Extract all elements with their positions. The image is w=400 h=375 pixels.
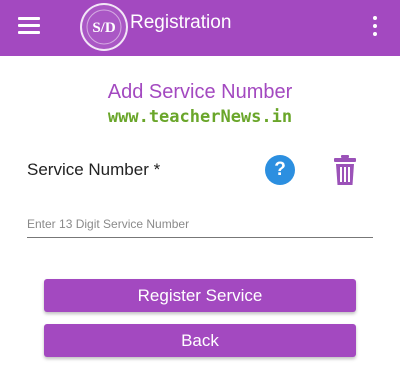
back-button[interactable]: Back xyxy=(44,324,356,357)
app-title: Registration xyxy=(130,12,232,33)
more-vert-icon[interactable] xyxy=(368,14,382,38)
help-icon[interactable]: ? xyxy=(265,155,295,185)
hamburger-menu-icon[interactable] xyxy=(18,14,44,38)
app-bar: S/D Registration xyxy=(0,0,400,56)
service-number-input[interactable] xyxy=(27,210,373,238)
register-service-button[interactable]: Register Service xyxy=(44,279,356,312)
service-number-label: Service Number * xyxy=(27,160,161,179)
watermark-text: www.teacherNews.in xyxy=(107,107,293,127)
svg-text:S/D: S/D xyxy=(92,20,116,36)
page-heading: Add Service Number xyxy=(107,81,293,103)
trash-icon[interactable] xyxy=(333,154,357,186)
app-logo: S/D xyxy=(80,3,128,51)
